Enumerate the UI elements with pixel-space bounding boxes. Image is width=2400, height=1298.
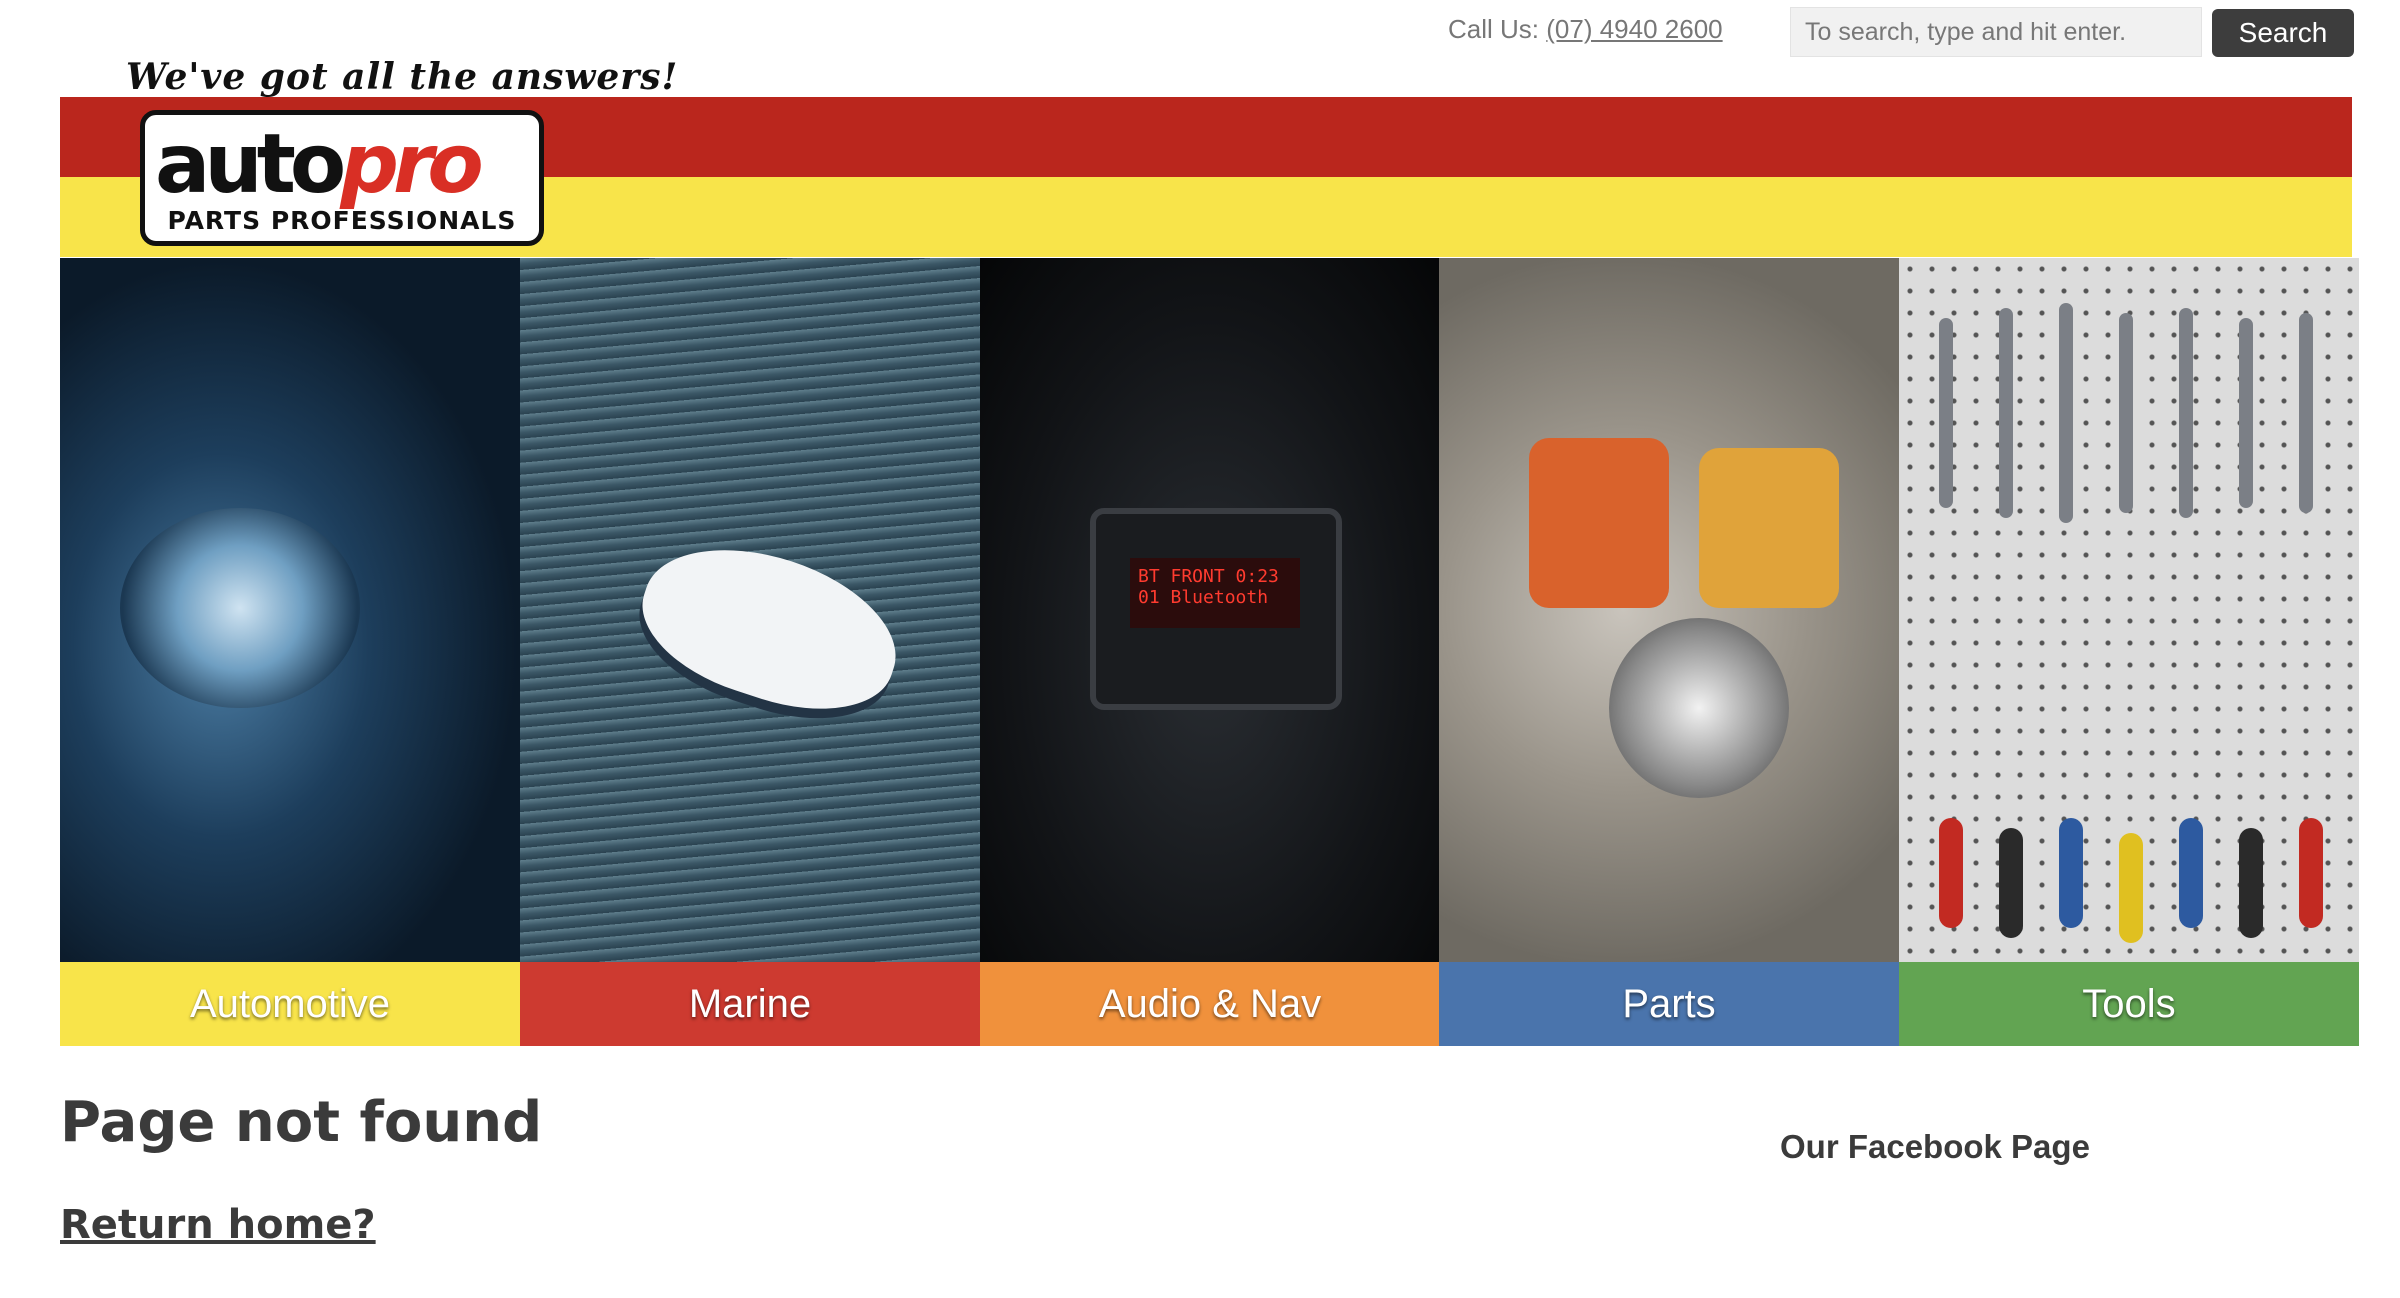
logo-subtitle: PARTS PROFESSIONALS xyxy=(167,206,517,235)
category-label-tools[interactable]: Tools xyxy=(1899,962,2359,1046)
search-input[interactable] xyxy=(1790,7,2202,57)
audio-nav-image: BT FRONT 0:23 01 Bluetooth xyxy=(980,258,1440,962)
fan-clutch-graphic xyxy=(1609,618,1789,798)
wrench-graphic xyxy=(2119,313,2133,513)
screwdriver-graphic xyxy=(2179,818,2203,928)
facebook-heading: Our Facebook Page xyxy=(1780,1128,2090,1165)
air-filter-graphic xyxy=(1699,448,1839,608)
top-bar: Call Us: (07) 4940 2600 Search xyxy=(0,0,2400,64)
category-panels: Automotive Marine BT FRONT 0:23 01 Bluet… xyxy=(60,258,2359,1046)
wrench-graphic xyxy=(2179,308,2193,518)
screwdriver-graphic xyxy=(2239,828,2263,938)
tagline: We've got all the answers! xyxy=(126,56,679,98)
category-label-automotive[interactable]: Automotive xyxy=(60,962,520,1046)
wrench-graphic xyxy=(1999,308,2013,518)
automotive-image xyxy=(60,258,520,962)
screwdriver-graphic xyxy=(1999,828,2023,938)
marine-image xyxy=(520,258,980,962)
phone-link[interactable]: (07) 4940 2600 xyxy=(1546,14,1722,44)
wrench-graphic xyxy=(2299,313,2313,513)
screwdriver-graphic xyxy=(2119,833,2143,943)
tools-image xyxy=(1899,258,2359,962)
main-content: Page not found Return home? xyxy=(60,1090,543,1248)
category-parts[interactable]: Parts xyxy=(1439,258,1899,1046)
logo-auto-text: auto xyxy=(155,117,346,212)
category-audio-nav[interactable]: BT FRONT 0:23 01 Bluetooth Audio & Nav xyxy=(980,258,1440,1046)
call-us: Call Us: (07) 4940 2600 xyxy=(1448,14,1723,45)
wrench-graphic xyxy=(1939,318,1953,508)
screwdriver-graphic xyxy=(1939,818,1963,928)
radio-display: BT FRONT 0:23 01 Bluetooth xyxy=(1130,558,1300,628)
boat-graphic xyxy=(624,521,916,735)
call-us-label: Call Us: xyxy=(1448,14,1540,44)
return-home-link[interactable]: Return home? xyxy=(60,1202,376,1248)
car-headlight-graphic xyxy=(120,508,360,708)
parts-image xyxy=(1439,258,1899,962)
search-button[interactable]: Search xyxy=(2212,9,2354,57)
category-label-parts[interactable]: Parts xyxy=(1439,962,1899,1046)
autopro-logo[interactable]: autopro PARTS PROFESSIONALS xyxy=(140,110,544,246)
logo-pro-text: pro xyxy=(340,117,484,212)
category-tools[interactable]: Tools xyxy=(1899,258,2359,1046)
wrench-graphic xyxy=(2059,303,2073,523)
wrench-graphic xyxy=(2239,318,2253,508)
screwdriver-graphic xyxy=(2059,818,2083,928)
category-label-audio-nav[interactable]: Audio & Nav xyxy=(980,962,1440,1046)
logo-wordmark: autopro xyxy=(155,117,484,212)
page-title: Page not found xyxy=(60,1090,543,1155)
category-label-marine[interactable]: Marine xyxy=(520,962,980,1046)
category-marine[interactable]: Marine xyxy=(520,258,980,1046)
category-automotive[interactable]: Automotive xyxy=(60,258,520,1046)
screwdriver-graphic xyxy=(2299,818,2323,928)
oil-filter-graphic xyxy=(1529,438,1669,608)
